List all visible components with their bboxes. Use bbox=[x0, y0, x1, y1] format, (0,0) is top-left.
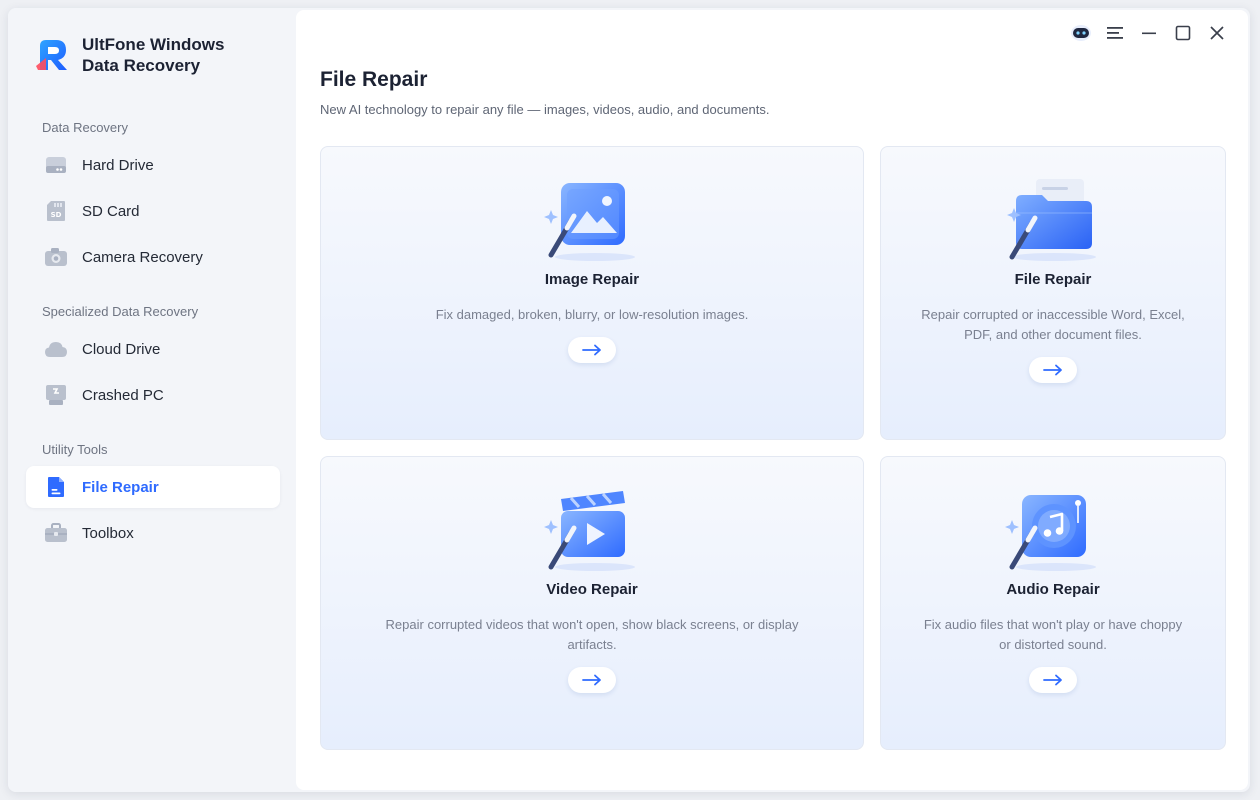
section-label-data-recovery: Data Recovery bbox=[42, 120, 128, 135]
card-title: Video Repair bbox=[546, 581, 638, 598]
cloud-icon bbox=[44, 337, 68, 361]
folder-repair-icon bbox=[1007, 179, 1096, 261]
close-icon bbox=[1210, 26, 1224, 40]
sidebar-item-camera-recovery[interactable]: Camera Recovery bbox=[26, 236, 280, 278]
audio-repair-icon bbox=[1005, 495, 1096, 571]
file-repair-go-button[interactable] bbox=[1029, 357, 1077, 383]
card-title: Audio Repair bbox=[1006, 581, 1100, 598]
sidebar-item-toolbox[interactable]: Toolbox bbox=[26, 512, 280, 554]
app-logo-icon bbox=[36, 40, 67, 70]
app-window: UltFone Windows Data Recovery Data Recov… bbox=[8, 8, 1250, 792]
sidebar-item-label: Crashed PC bbox=[82, 386, 164, 404]
arrow-right-icon bbox=[582, 344, 601, 356]
video-repair-go-button[interactable] bbox=[568, 667, 616, 693]
sidebar-item-label: SD Card bbox=[82, 202, 140, 220]
toolbox-icon bbox=[44, 521, 68, 545]
main-panel: File Repair New AI technology to repair … bbox=[296, 10, 1248, 790]
sd-card-icon: SD bbox=[44, 199, 68, 223]
file-icon bbox=[44, 475, 68, 499]
arrow-right-icon bbox=[1043, 674, 1062, 686]
brand: UltFone Windows Data Recovery bbox=[34, 34, 252, 76]
arrow-right-icon bbox=[582, 674, 601, 686]
sidebar-item-file-repair[interactable]: File Repair bbox=[26, 466, 280, 508]
window-controls bbox=[1064, 22, 1234, 44]
chatbot-icon bbox=[1071, 25, 1091, 41]
arrow-right-icon bbox=[1043, 364, 1062, 376]
sidebar-item-cloud-drive[interactable]: Cloud Drive bbox=[26, 328, 280, 370]
menu-icon bbox=[1107, 27, 1123, 39]
image-repair-go-button[interactable] bbox=[568, 337, 616, 363]
page-subtitle: New AI technology to repair any file — i… bbox=[320, 102, 770, 117]
image-repair-card[interactable]: Image Repair Fix damaged, broken, blurry… bbox=[320, 146, 864, 440]
image-repair-icon bbox=[544, 183, 635, 261]
menu-button[interactable] bbox=[1098, 22, 1132, 44]
sidebar-item-label: File Repair bbox=[82, 478, 159, 496]
minimize-icon bbox=[1142, 32, 1156, 35]
sidebar-item-label: Toolbox bbox=[82, 524, 134, 542]
sidebar-item-crashed-pc[interactable]: Crashed PC bbox=[26, 374, 280, 416]
file-repair-card[interactable]: File Repair Repair corrupted or inaccess… bbox=[880, 146, 1226, 440]
close-button[interactable] bbox=[1200, 22, 1234, 44]
page-title: File Repair bbox=[320, 68, 428, 91]
maximize-icon bbox=[1175, 25, 1191, 41]
camera-icon bbox=[44, 245, 68, 269]
sidebar-item-hard-drive[interactable]: Hard Drive bbox=[26, 144, 280, 186]
card-description: Repair corrupted videos that won't open,… bbox=[385, 617, 799, 652]
chatbot-button[interactable] bbox=[1064, 22, 1098, 44]
audio-repair-card[interactable]: Audio Repair Fix audio files that won't … bbox=[880, 456, 1226, 750]
crashed-pc-icon bbox=[44, 383, 68, 407]
hard-drive-icon bbox=[44, 153, 68, 177]
audio-repair-go-button[interactable] bbox=[1029, 667, 1077, 693]
sidebar-item-label: Hard Drive bbox=[82, 156, 154, 174]
section-label-specialized: Specialized Data Recovery bbox=[42, 304, 199, 319]
maximize-button[interactable] bbox=[1166, 22, 1200, 44]
sidebar-item-label: Cloud Drive bbox=[82, 340, 161, 358]
card-title: Image Repair bbox=[544, 271, 640, 288]
app-name: UltFone Windows Data Recovery bbox=[82, 35, 225, 75]
sidebar-item-label: Camera Recovery bbox=[82, 248, 203, 266]
card-description: Fix damaged, broken, blurry, or low-reso… bbox=[435, 307, 749, 322]
video-repair-icon bbox=[544, 491, 635, 571]
card-title: File Repair bbox=[1014, 271, 1092, 288]
section-label-utility-tools: Utility Tools bbox=[42, 442, 108, 457]
card-description: Fix audio files that won't play or have … bbox=[923, 617, 1183, 652]
sidebar: UltFone Windows Data Recovery Data Recov… bbox=[8, 8, 296, 792]
svg-text:SD: SD bbox=[51, 211, 62, 219]
card-description: Repair corrupted or inaccessible Word, E… bbox=[921, 307, 1185, 342]
minimize-button[interactable] bbox=[1132, 22, 1166, 44]
sidebar-item-sd-card[interactable]: SD SD Card bbox=[26, 190, 280, 232]
video-repair-card[interactable]: Video Repair Repair corrupted videos tha… bbox=[320, 456, 864, 750]
